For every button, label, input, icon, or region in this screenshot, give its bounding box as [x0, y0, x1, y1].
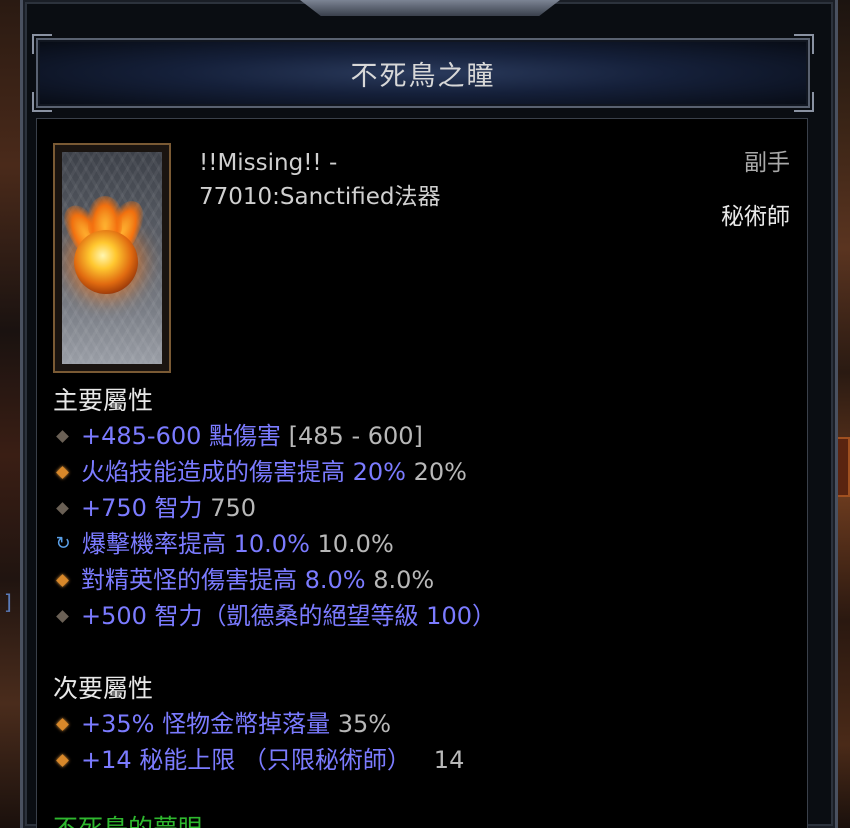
corner-ornament: [794, 92, 814, 112]
item-icon-background: [62, 152, 162, 364]
affix-text: +500 智力（凱德桑的絕望等級 100）: [81, 602, 496, 630]
affix-value: [485 - 600]: [288, 422, 423, 450]
left-edge-marker: ]: [4, 590, 12, 614]
affix-row: +35% 怪物金幣掉落量 35%: [53, 706, 391, 742]
secondary-attributes-header: 次要屬性: [53, 674, 154, 703]
diamond-bullet-icon: [56, 429, 69, 443]
corner-ornament: [32, 92, 52, 112]
affix-text: +14 秘能上限 （只限秘術師）: [81, 746, 411, 774]
diamond-bullet-icon: [56, 501, 69, 515]
affix-value: 35%: [337, 710, 392, 738]
affix-row: +500 智力（凱德桑的絕望等級 100）: [53, 598, 496, 634]
top-ornament: [300, 0, 560, 16]
slot-type: 副手: [744, 150, 790, 176]
affix-text: +750 智力: [81, 494, 203, 522]
item-name-line2: 77010:Sanctified法器: [199, 184, 441, 210]
affix-row: ↻ 爆擊機率提高 10.0% 10.0%: [53, 526, 394, 562]
affix-text: 火焰技能造成的傷害提高 20%: [81, 458, 406, 486]
primary-attributes-header: 主要屬性: [53, 386, 154, 415]
affix-value: 10.0%: [317, 530, 394, 558]
affix-text: 爆擊機率提高 10.0%: [82, 530, 310, 558]
diamond-bullet-icon: [56, 609, 69, 623]
affix-value: 750: [210, 494, 256, 522]
set-name: 不死鳥的夢眼: [53, 812, 203, 828]
class-requirement: 秘術師: [721, 204, 790, 230]
corner-ornament: [794, 34, 814, 54]
affix-text: +35% 怪物金幣掉落量: [81, 710, 331, 738]
affix-text: +485-600 點傷害: [81, 422, 282, 450]
fire-orb: [74, 230, 138, 294]
phoenix-orb-icon: [53, 143, 171, 373]
affix-row: +750 智力 750: [53, 490, 256, 526]
affix-value: 20%: [413, 458, 467, 486]
diamond-bullet-icon: [56, 573, 69, 587]
affix-text: 對精英怪的傷害提高 8.0%: [81, 566, 366, 594]
tooltip-title-bar: 不死鳥之瞳: [32, 34, 814, 112]
item-title: 不死鳥之瞳: [350, 60, 496, 92]
item-name-line1: !!Missing!! -: [199, 150, 338, 176]
affix-row: +485-600 點傷害 [485 - 600]: [53, 418, 423, 454]
affix-row: 火焰技能造成的傷害提高 20% 20%: [53, 454, 467, 490]
diamond-bullet-icon: [56, 717, 69, 731]
corner-ornament: [32, 34, 52, 54]
affix-value: 14: [433, 746, 465, 774]
diamond-bullet-icon: [56, 465, 69, 479]
affix-row: +14 秘能上限 （只限秘術師） 14: [53, 742, 464, 778]
affix-row: 對精英怪的傷害提高 8.0% 8.0%: [53, 562, 434, 598]
item-type-name: !!Missing!! - 77010:Sanctified法器: [199, 146, 619, 214]
diamond-bullet-icon: [56, 753, 69, 767]
affix-value: 8.0%: [373, 566, 435, 594]
reroll-icon: ↻: [55, 533, 71, 554]
